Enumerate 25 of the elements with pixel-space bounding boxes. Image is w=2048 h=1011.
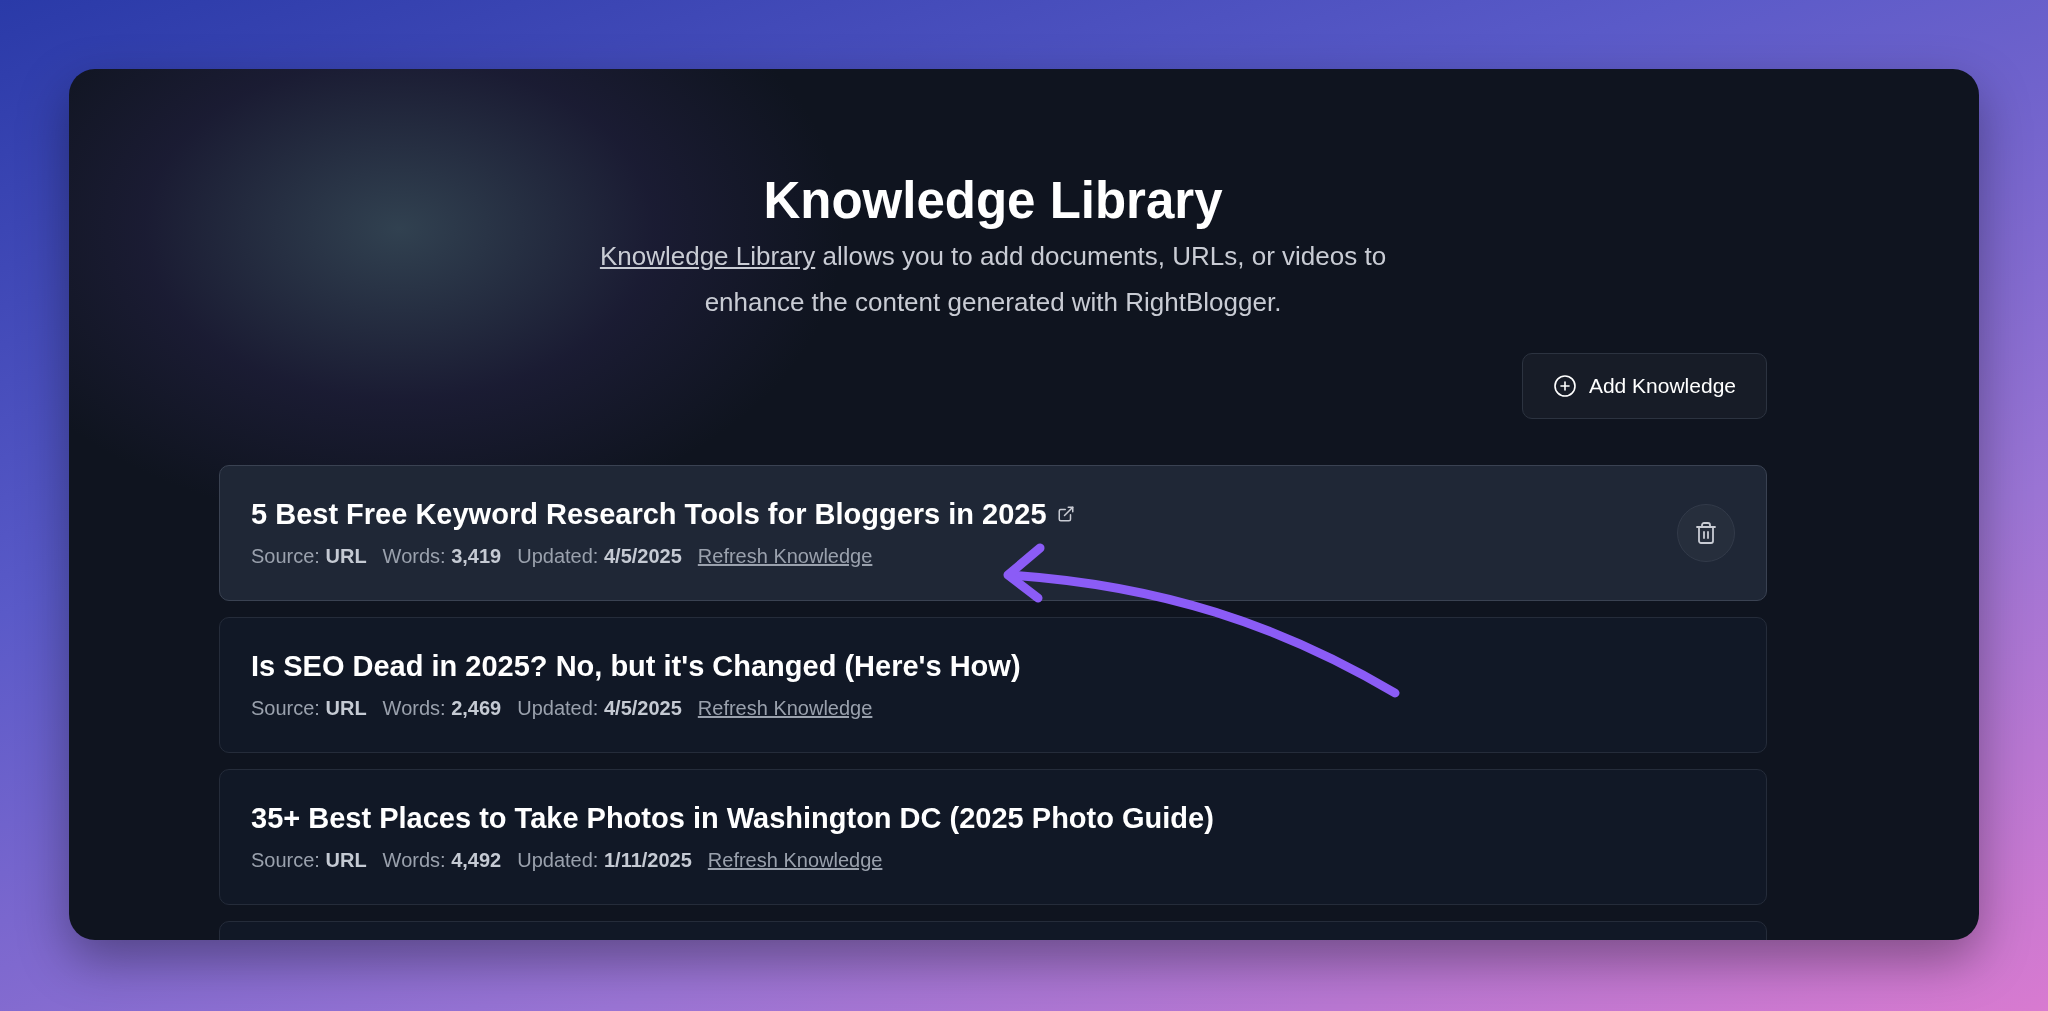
source-meta: Source: URL	[251, 848, 367, 873]
knowledge-library-link[interactable]: Knowledge Library	[599, 241, 816, 271]
updated-meta: Updated: 1/11/2025	[517, 848, 692, 873]
knowledge-card[interactable]: 35+ Best Places to Take Photos in Washington DC (2025 Photo Guide) Source: URL Words: 4,492 Updated: 1/11/2025 Refresh Knowledge	[219, 769, 1767, 905]
updated-meta: Updated: 4/5/2025	[517, 544, 682, 569]
plus-circle-icon	[1552, 374, 1577, 398]
external-link-icon[interactable]	[1056, 505, 1075, 523]
card-title: 5 Best Free Keyword Research Tools for Bloggers in 2025	[251, 497, 1047, 532]
page-title: Knowledge Library	[763, 171, 1223, 231]
updated-meta: Updated: 4/5/2025	[517, 696, 682, 721]
words-meta: Words: 2,469	[382, 696, 502, 721]
refresh-knowledge-link[interactable]: Refresh Knowledge	[697, 541, 873, 571]
card-title: Is SEO Dead in 2025? No, but it's Changed (Here's How)	[251, 649, 1021, 684]
card-title: 35+ Best Places to Take Photos in Washington DC (2025 Photo Guide)	[251, 801, 1214, 836]
refresh-knowledge-link[interactable]: Refresh Knowledge	[707, 845, 883, 875]
page-description: Knowledge Library allows you to add documents, URLs, or videos to enhance the content generated with RightBlogger.	[598, 240, 1388, 319]
knowledge-card[interactable]: 5 Best Free Keyword Research Tools for Bloggers in 2025 Source: URL Words: 3,419 Updated: 4/5/2025 Refresh Knowledge	[219, 465, 1767, 601]
refresh-knowledge-link[interactable]: Refresh Knowledge	[697, 693, 873, 723]
trash-icon	[1694, 521, 1718, 545]
source-meta: Source: URL	[251, 696, 367, 721]
words-meta: Words: 4,492	[382, 848, 502, 873]
source-meta: Source: URL	[251, 544, 367, 569]
knowledge-card[interactable]: Is SEO Dead in 2025? No, but it's Changed (Here's How) Source: URL Words: 2,469 Updated: 4/5/2025 Refresh Knowledge	[219, 617, 1767, 753]
words-meta: Words: 3,419	[382, 544, 502, 569]
add-knowledge-button[interactable]: Add Knowledge	[1521, 353, 1767, 419]
